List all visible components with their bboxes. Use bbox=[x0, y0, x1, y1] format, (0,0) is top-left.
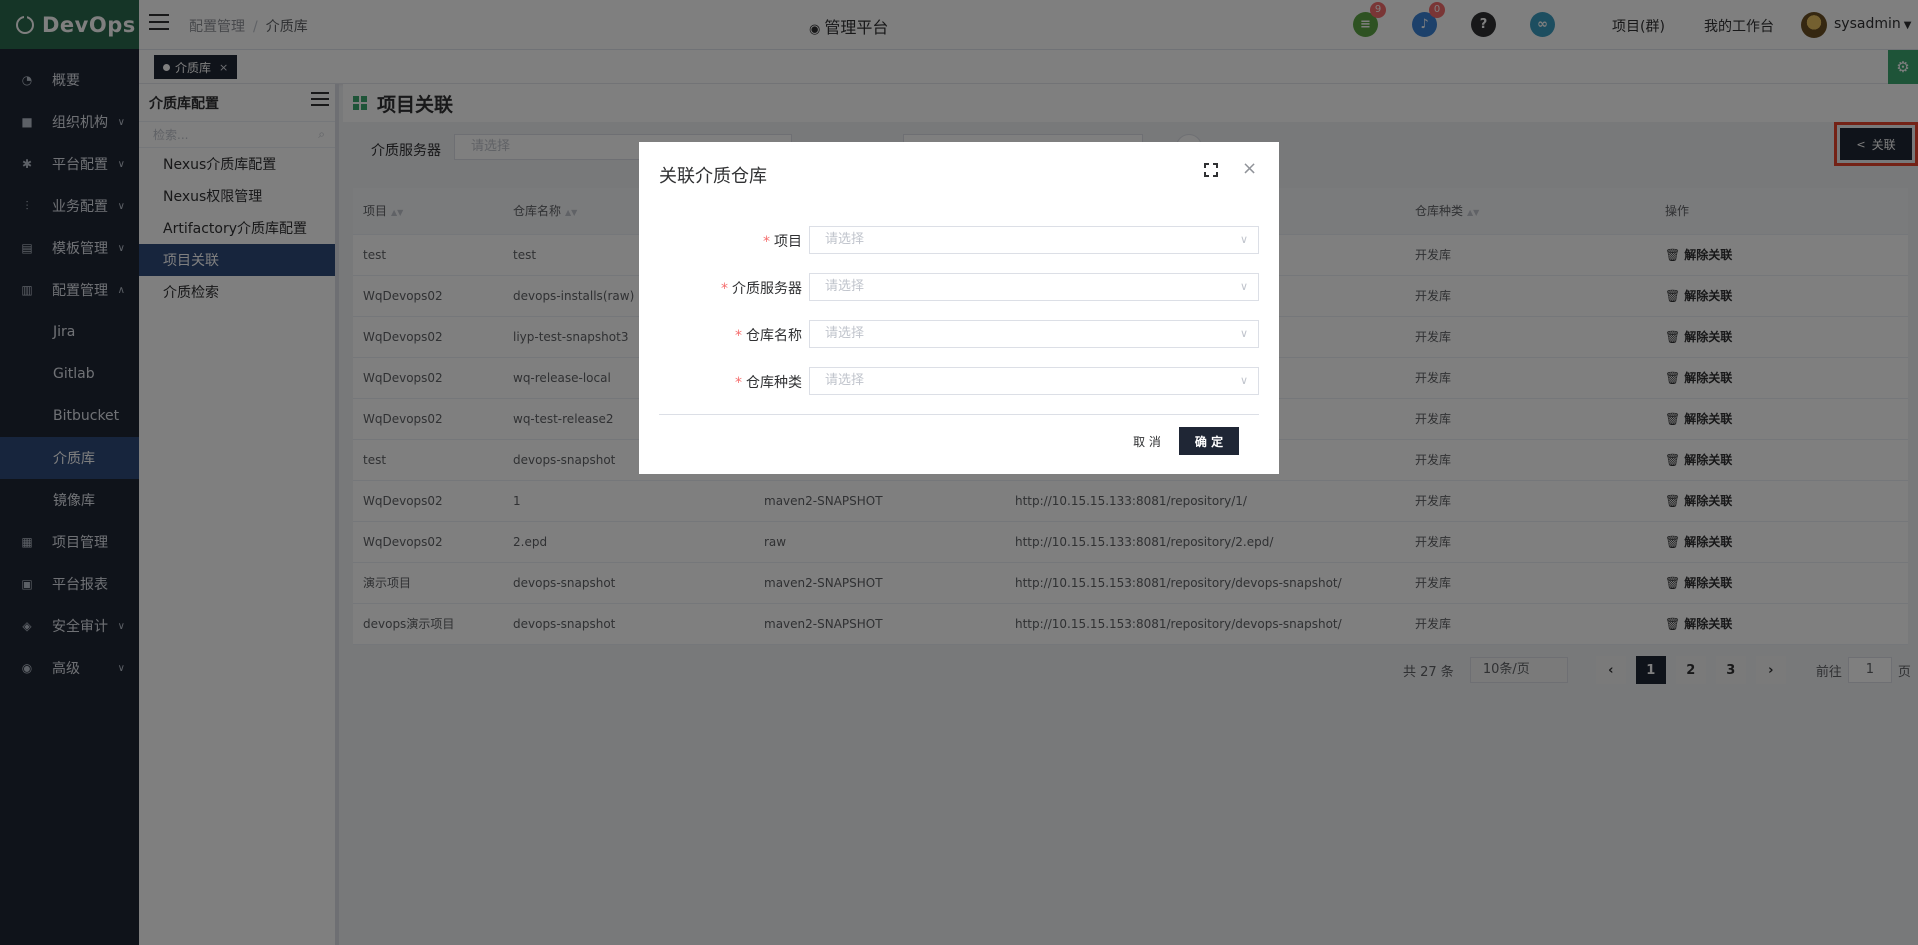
media-server-select[interactable]: 请选择 ∨ bbox=[809, 273, 1259, 301]
repo-kind-select[interactable]: 请选择 ∨ bbox=[809, 367, 1259, 395]
form-row-repo-kind: * 仓库种类 请选择 ∨ bbox=[639, 367, 1279, 395]
confirm-button[interactable]: 确 定 bbox=[1179, 427, 1239, 455]
project-select[interactable]: 请选择 ∨ bbox=[809, 226, 1259, 254]
cancel-button[interactable]: 取 消 bbox=[1127, 428, 1167, 456]
dialog-divider bbox=[659, 414, 1259, 415]
form-row-project: * 项目 请选择 ∨ bbox=[639, 226, 1279, 254]
form-row-repo-name: * 仓库名称 请选择 ∨ bbox=[639, 320, 1279, 348]
link-repo-dialog: 关联介质仓库 × * 项目 请选择 ∨ * 介质服务器 请选择 ∨ * 仓库名称 请选择 ∨… bbox=[639, 142, 1279, 474]
fullscreen-icon[interactable] bbox=[1204, 163, 1218, 177]
repo-name-select[interactable]: 请选择 ∨ bbox=[809, 320, 1259, 348]
form-row-media-server: * 介质服务器 请选择 ∨ bbox=[639, 273, 1279, 301]
chevron-down-icon: ∨ bbox=[1239, 233, 1248, 246]
chevron-down-icon: ∨ bbox=[1239, 327, 1248, 340]
chevron-down-icon: ∨ bbox=[1239, 280, 1248, 293]
chevron-down-icon: ∨ bbox=[1239, 374, 1248, 387]
close-icon[interactable]: × bbox=[1242, 158, 1257, 179]
dialog-title: 关联介质仓库 bbox=[659, 166, 767, 187]
